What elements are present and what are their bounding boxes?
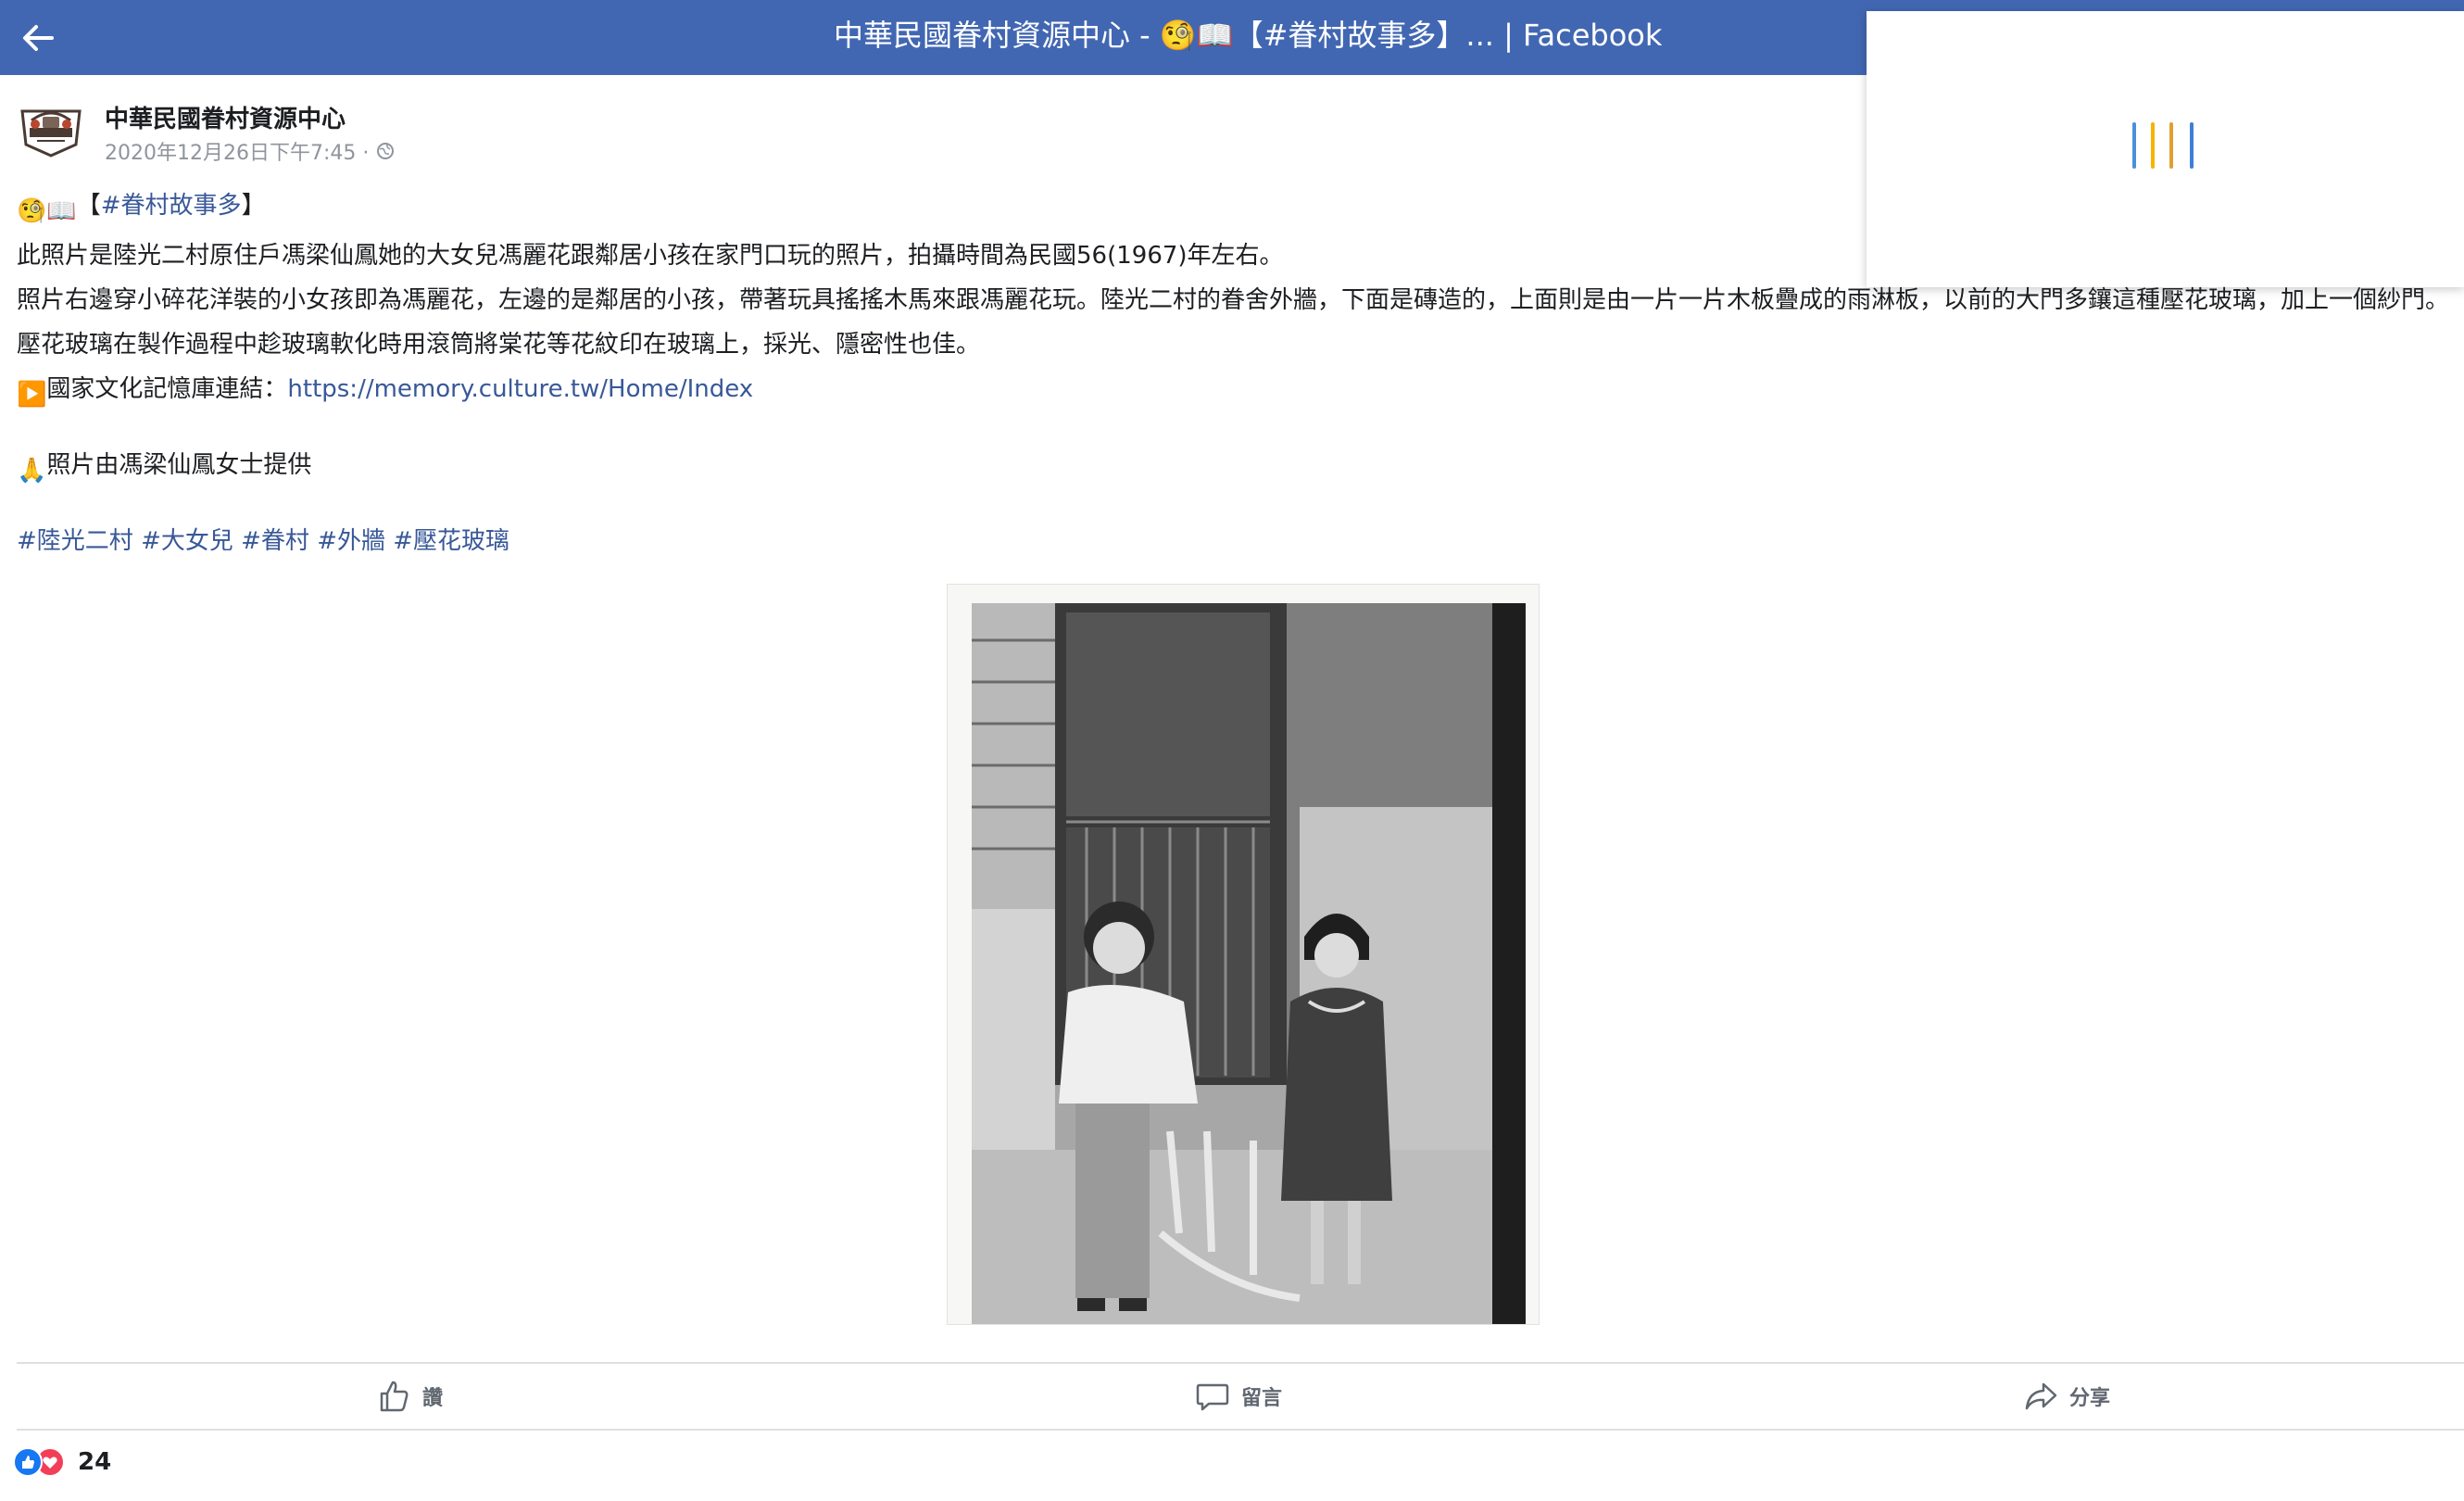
post-timestamp[interactable]: 2020年12月26日下午7:45 ·	[105, 136, 369, 166]
divider	[17, 1429, 2464, 1431]
post-credit: 🙏照片由馮梁仙鳳女士提供	[17, 448, 2453, 487]
page-name-link[interactable]: 中華民國眷村資源中心	[105, 100, 346, 134]
headline-open-bracket: 【	[76, 192, 101, 220]
comment-bubble-icon	[1196, 1383, 1229, 1411]
hashtag-link[interactable]: #陸光二村	[17, 527, 133, 555]
globe-icon	[377, 143, 395, 159]
post-paragraph: 此照片是陸光二村原住戶馮梁仙鳳她的大女兒馮麗花跟鄰居小孩在家門口玩的照片，拍攝時…	[17, 242, 1284, 270]
share-arrow-icon	[2025, 1382, 2057, 1410]
page-logo-icon	[20, 109, 82, 158]
hashtag-link[interactable]: #大女兒	[141, 527, 233, 555]
folded-hands-emoji-icon: 🙏	[17, 457, 47, 485]
like-reaction-icon	[13, 1447, 43, 1477]
play-button-emoji-icon: ▶️	[17, 381, 47, 409]
share-button[interactable]: 分享	[2023, 1373, 2110, 1419]
post-hashtags: #陸光二村 #大女兒 #眷村 #外牆 #壓花玻璃	[17, 524, 2453, 558]
like-label: 讚	[422, 1387, 444, 1410]
page-title: 中華民國眷村資源中心 - 🧐📖【#眷村故事多】... | Facebook	[834, 18, 1663, 53]
post-photo[interactable]	[947, 584, 1540, 1325]
loading-spinner-icon	[2132, 122, 2197, 178]
credit-text: 照片由馮梁仙鳳女士提供	[46, 451, 312, 479]
comment-button[interactable]: 留言	[1195, 1373, 1282, 1419]
face-book-emoji-icon: 🧐📖	[17, 197, 77, 225]
post-headline: 🧐📖【#眷村故事多】	[17, 189, 2453, 228]
link-label: 國家文化記憶庫連結：	[46, 375, 288, 403]
hashtag-link[interactable]: #壓花玻璃	[393, 527, 509, 555]
hashtag-link[interactable]: #外牆	[317, 527, 385, 555]
comment-label: 留言	[1241, 1387, 1283, 1410]
external-link[interactable]: https://memory.culture.tw/Home/Index	[287, 375, 753, 403]
reaction-count: 24	[78, 1448, 112, 1476]
post-paragraph: 壓花玻璃在製作過程中趁玻璃軟化時用滾筒將棠花等花紋印在玻璃上，採光、隱密性也佳。	[17, 331, 981, 359]
reactions-summary[interactable]: 24	[13, 1447, 111, 1477]
thumbs-up-icon	[380, 1381, 409, 1412]
page-avatar[interactable]	[17, 102, 85, 159]
post-body: 🧐📖【#眷村故事多】 此照片是陸光二村原住戶馮梁仙鳳她的大女兒馮麗花跟鄰居小孩在…	[17, 189, 2453, 569]
post-paragraph: 照片右邊穿小碎花洋裝的小女孩即為馮麗花，左邊的是鄰居的小孩，帶著玩具搖搖木馬來跟…	[17, 286, 2450, 314]
like-button[interactable]: 讚	[376, 1373, 443, 1419]
hashtag-link[interactable]: #眷村故事多	[101, 192, 242, 220]
divider	[17, 1362, 2464, 1364]
post-link-line: ▶️國家文化記憶庫連結：https://memory.culture.tw/Ho…	[17, 372, 2453, 411]
headline-close-bracket: 】	[241, 192, 266, 220]
post-meta: 2020年12月26日下午7:45 ·	[105, 136, 395, 166]
hashtag-link[interactable]: #眷村	[241, 527, 309, 555]
photo-image	[948, 585, 1539, 1324]
share-label: 分享	[2069, 1387, 2111, 1410]
